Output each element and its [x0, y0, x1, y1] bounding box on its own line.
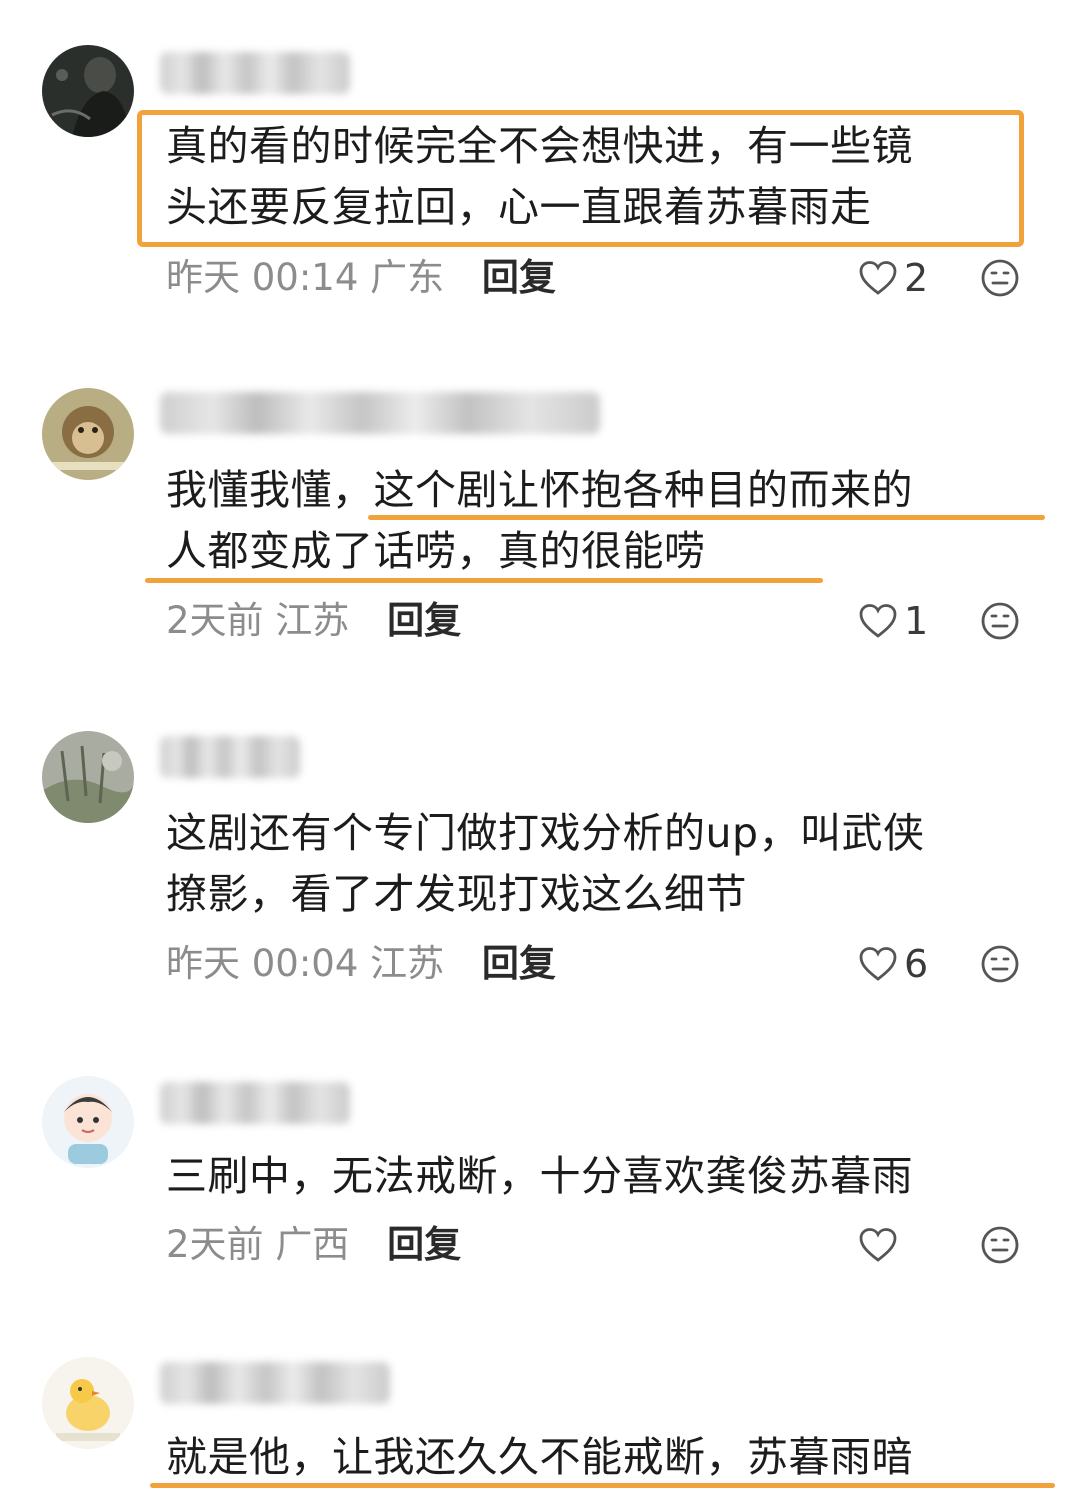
landscape-avatar-icon [42, 731, 134, 823]
like-button[interactable]: 2 [858, 253, 928, 303]
highlight-underline [145, 578, 823, 583]
comment-region: 广东 [370, 256, 445, 299]
emoji-reaction-icon[interactable] [980, 1225, 1020, 1265]
username-blurred [160, 52, 350, 94]
monkey-avatar-icon [42, 388, 134, 480]
avatar[interactable] [42, 1357, 134, 1449]
comment-text: 我懂我懂，这个剧让怀抱各种目的而来的 人都变成了话唠，真的很能唠 [166, 466, 913, 575]
highlight-underline [150, 1483, 1055, 1488]
emoji-reaction-icon[interactable] [980, 944, 1020, 984]
avatar[interactable] [42, 388, 134, 480]
username-blurred [160, 736, 300, 778]
comment-meta: 2天前 广西 回复 [166, 1220, 461, 1270]
avatar[interactable] [42, 1076, 134, 1168]
chick-avatar-icon [42, 1357, 134, 1449]
reply-button[interactable]: 回复 [482, 256, 556, 299]
avatar[interactable] [42, 731, 134, 823]
like-button[interactable]: 6 [858, 939, 928, 989]
username-blurred [160, 1362, 390, 1404]
comment-region: 广西 [275, 1223, 350, 1266]
emoji-reaction-icon[interactable] [980, 258, 1020, 298]
reply-button[interactable]: 回复 [387, 1223, 461, 1266]
avatar[interactable] [42, 45, 134, 137]
like-count: 2 [904, 256, 929, 300]
like-button[interactable] [858, 1220, 904, 1270]
comment-time: 2天前 [166, 1223, 264, 1266]
cartoon-kid-avatar-icon [42, 1076, 134, 1168]
heart-icon [859, 1228, 897, 1262]
comment-time: 昨天 00:04 [166, 942, 359, 985]
username-blurred [160, 1082, 350, 1124]
heart-icon [859, 261, 897, 295]
reply-button[interactable]: 回复 [482, 942, 556, 985]
comment-meta: 2天前 江苏 回复 [166, 596, 461, 646]
comment-time: 昨天 00:14 [166, 256, 359, 299]
heart-icon [859, 604, 897, 638]
comment-text: 就是他，让我还久久不能戒断，苏暮雨暗 [166, 1433, 913, 1481]
comment-text: 真的看的时候完全不会想快进，有一些镜 头还要反复拉回，心一直跟着苏暮雨走 [166, 122, 913, 231]
username-blurred [160, 392, 600, 434]
like-count: 1 [904, 599, 929, 643]
heart-icon [859, 947, 897, 981]
comment-meta: 昨天 00:14 广东 回复 [166, 253, 556, 303]
reply-button[interactable]: 回复 [387, 599, 461, 642]
like-button[interactable]: 1 [858, 596, 928, 646]
comment-text: 这剧还有个专门做打戏分析的up，叫武侠 撩影，看了才发现打戏这么细节 [166, 809, 925, 918]
comment-text: 三刷中，无法戒断，十分喜欢龚俊苏暮雨 [166, 1152, 913, 1200]
like-count: 6 [904, 942, 929, 986]
comment-region: 江苏 [275, 599, 350, 642]
dark-figure-avatar-icon [42, 45, 134, 137]
comment-time: 2天前 [166, 599, 264, 642]
comment-meta: 昨天 00:04 江苏 回复 [166, 939, 556, 989]
emoji-reaction-icon[interactable] [980, 601, 1020, 641]
highlight-underline [368, 515, 1045, 520]
comment-region: 江苏 [370, 942, 445, 985]
